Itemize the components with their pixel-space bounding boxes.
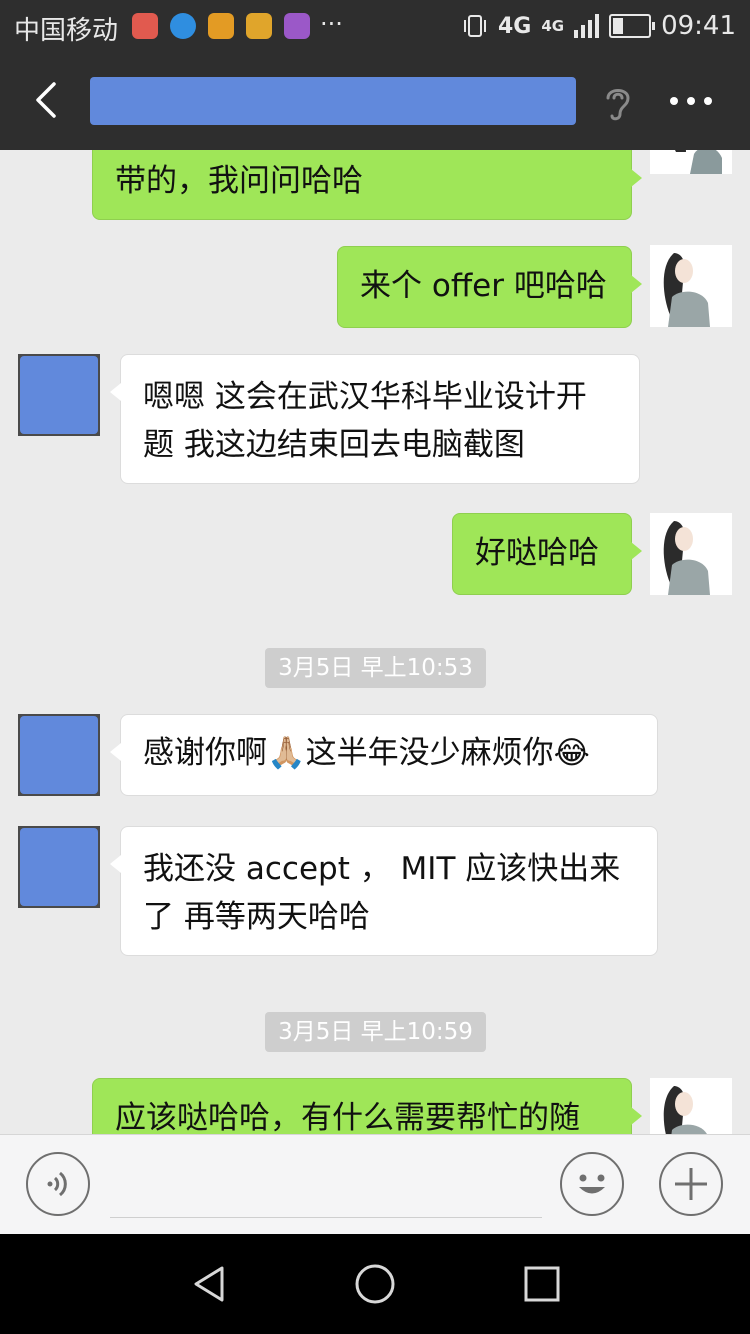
avatar[interactable] <box>650 513 732 595</box>
message-input[interactable] <box>110 1217 542 1218</box>
signal-icon <box>574 14 600 38</box>
nav-back-icon[interactable] <box>188 1262 232 1306</box>
emoji-icon[interactable] <box>560 1152 624 1216</box>
message-bubble-received[interactable]: 感谢你啊🙏🏼这半年没少麻烦你😂 <box>110 714 658 796</box>
message-bubble-sent[interactable]: 带的，我问问哈哈 <box>92 150 642 220</box>
avatar[interactable] <box>650 245 732 327</box>
lock-icon <box>208 13 234 39</box>
battery-icon <box>609 14 656 38</box>
avatar[interactable] <box>18 354 100 436</box>
nav-home-icon[interactable] <box>353 1262 397 1306</box>
chat-area[interactable]: 带的，我问问哈哈 来个 offer 吧哈哈 嗯嗯 这会在武汉华科毕业设计开题 我… <box>0 150 750 1134</box>
message-bubble-received[interactable]: 我还没 accept ， MIT 应该快出来了 再等两天哈哈 <box>110 826 658 956</box>
missed-call-icon <box>132 13 158 39</box>
carrier-name: 中国移动 <box>14 16 119 46</box>
nav-recents-icon[interactable] <box>520 1262 564 1306</box>
more-dots-icon[interactable] <box>670 97 712 105</box>
timestamp: 3月5日 早上10:59 <box>265 1012 486 1052</box>
system-nav-bar <box>0 1234 750 1334</box>
network-type-1: 4G <box>497 13 532 39</box>
avatar[interactable] <box>18 714 100 796</box>
timestamp: 3月5日 早上10:53 <box>265 648 486 688</box>
avatar[interactable] <box>18 826 100 908</box>
message-bubble-sent[interactable]: 好哒哈哈 <box>452 513 642 595</box>
wifi-icon <box>246 13 272 39</box>
title-bar <box>0 52 750 150</box>
chevron-left-icon[interactable] <box>28 80 68 120</box>
clock: 09:41 <box>661 11 736 41</box>
plus-icon[interactable] <box>659 1152 723 1216</box>
input-bar <box>0 1134 750 1235</box>
message-bubble-sent[interactable]: 应该哒哈哈，有什么需要帮忙的随 <box>92 1078 642 1134</box>
message-bubble-received[interactable]: 嗯嗯 这会在武汉华科毕业设计开题 我这边结束回去电脑截图 <box>110 354 640 484</box>
avatar[interactable] <box>650 1078 732 1134</box>
chat-bubble-icon <box>170 13 196 39</box>
ear-icon <box>606 89 630 121</box>
vibrate-icon <box>463 15 486 37</box>
status-bar: 中国移动 ··· 4G 4G 09:41 <box>0 0 750 52</box>
gallery-icon <box>284 13 310 39</box>
message-bubble-sent[interactable]: 来个 offer 吧哈哈 <box>337 246 642 328</box>
avatar[interactable] <box>650 150 732 174</box>
more-notifications-indicator: ··· <box>320 10 343 38</box>
redacted-contact-name <box>90 77 576 125</box>
network-type-2: 4G <box>541 17 565 35</box>
voice-input-icon[interactable] <box>26 1152 90 1216</box>
